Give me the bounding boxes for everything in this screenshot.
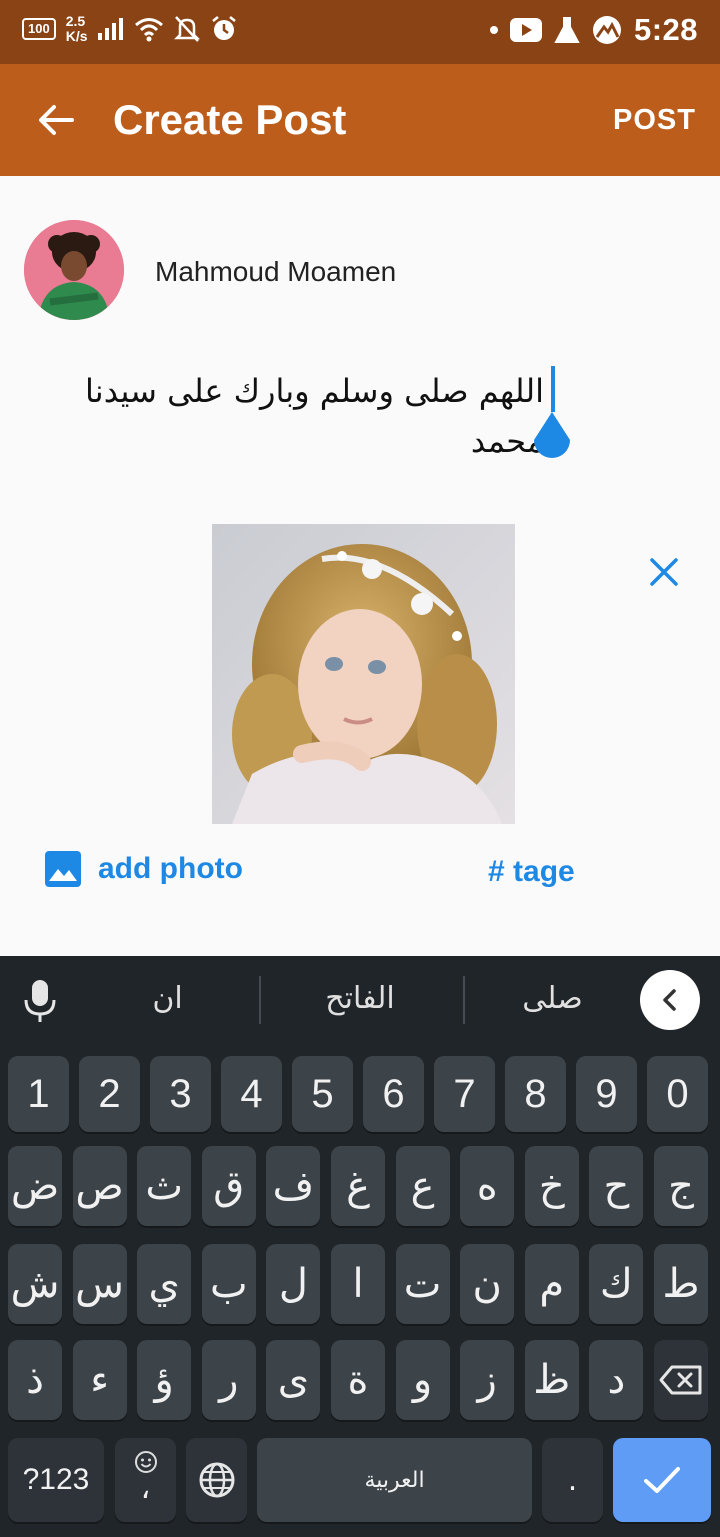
letter-key[interactable]: ز — [460, 1340, 515, 1420]
suggestion-3[interactable]: صلى — [490, 976, 615, 1022]
add-photo-button[interactable]: add photo — [44, 850, 243, 888]
notification-dot — [489, 26, 498, 34]
post-button[interactable]: POST — [613, 98, 696, 142]
status-bar: 100 2.5 K/s 5:28 — [0, 0, 720, 64]
number-key[interactable]: 0 — [647, 1056, 708, 1132]
letter-key[interactable]: ج — [654, 1146, 708, 1226]
backspace-icon — [659, 1365, 702, 1395]
post-text-input[interactable]: اللهم صلى وسلم وبارك على سيدنا محمد — [24, 366, 544, 466]
letter-key[interactable]: ف — [266, 1146, 321, 1226]
arrow-back-icon — [39, 105, 74, 135]
checkmark-icon — [644, 1467, 680, 1493]
number-key[interactable]: 4 — [221, 1056, 282, 1132]
letter-key[interactable]: ظ — [524, 1340, 579, 1420]
number-key[interactable]: 5 — [292, 1056, 353, 1132]
suggestion-2[interactable]: الفاتح — [280, 976, 440, 1022]
letter-key[interactable]: م — [524, 1244, 579, 1324]
suggestion-bar: ان الفاتح صلى — [0, 956, 720, 1046]
letter-key[interactable]: ر — [201, 1340, 256, 1420]
letter-key[interactable]: ط — [654, 1244, 708, 1324]
youtube-icon — [509, 18, 542, 42]
letter-key[interactable]: ك — [589, 1244, 644, 1324]
comma-key[interactable]: ، — [115, 1438, 176, 1522]
done-key[interactable] — [613, 1438, 711, 1522]
network-speed-value: 2.5 — [65, 13, 86, 29]
space-key[interactable]: العربية — [257, 1438, 532, 1522]
number-key[interactable]: 6 — [363, 1056, 424, 1132]
number-key[interactable]: 8 — [505, 1056, 566, 1132]
letter-key[interactable]: ص — [72, 1146, 127, 1226]
letter-key[interactable]: ي — [137, 1244, 192, 1324]
letter-key[interactable]: ة — [331, 1340, 385, 1420]
remove-photo-button[interactable] — [642, 550, 686, 594]
page-title: Create Post — [113, 96, 347, 143]
network-speed-unit: K/s — [65, 28, 88, 44]
suggestion-divider — [259, 976, 261, 1024]
letter-key[interactable]: و — [395, 1340, 450, 1420]
microphone-icon[interactable] — [20, 978, 60, 1024]
letter-key[interactable]: غ — [331, 1146, 385, 1226]
letter-key[interactable]: ه — [460, 1146, 515, 1226]
letter-key[interactable]: ء — [72, 1340, 127, 1420]
text-cursor — [551, 366, 555, 412]
attached-photo — [212, 524, 515, 824]
language-key[interactable] — [186, 1438, 247, 1522]
letter-key[interactable]: ح — [589, 1146, 644, 1226]
avatar — [24, 220, 124, 320]
network-speed: 2.5 K/s — [66, 14, 88, 44]
comma-label: ، — [140, 1471, 151, 1506]
letter-key[interactable]: ع — [395, 1146, 450, 1226]
wifi-icon — [134, 18, 163, 42]
flask-icon — [554, 17, 580, 43]
backspace-key[interactable] — [654, 1340, 708, 1420]
letter-key[interactable]: ث — [137, 1146, 192, 1226]
back-button[interactable] — [28, 92, 84, 148]
signal-icon — [97, 18, 123, 40]
letter-key[interactable]: ض — [8, 1146, 62, 1226]
chevron-left-icon — [663, 989, 676, 1011]
period-key[interactable]: . — [542, 1438, 603, 1522]
tag-button[interactable]: # tage — [488, 850, 575, 894]
letter-key[interactable]: ى — [266, 1340, 321, 1420]
letter-key[interactable]: خ — [524, 1146, 579, 1226]
bell-off-icon — [173, 16, 200, 42]
close-icon — [650, 558, 678, 586]
app-bar: Create Post POST — [0, 64, 720, 176]
username: Mahmoud Moamen — [155, 256, 397, 287]
suggestion-divider — [463, 976, 465, 1024]
letter-key[interactable]: ا — [331, 1244, 385, 1324]
number-key[interactable]: 2 — [79, 1056, 140, 1132]
cursor-handle[interactable] — [530, 412, 574, 462]
symbols-key[interactable]: ?123 — [8, 1438, 104, 1522]
keyboard: ان الفاتح صلى 1234567890 ضصثقفغعهخحج شسيبل… — [0, 956, 720, 1537]
collapse-suggestions-button[interactable] — [640, 970, 700, 1030]
number-key[interactable]: 9 — [576, 1056, 637, 1132]
letter-key[interactable]: ل — [266, 1244, 321, 1324]
alarm-icon — [211, 16, 236, 40]
period-label: . — [567, 1462, 578, 1498]
letter-key[interactable]: ن — [460, 1244, 515, 1324]
letter-key[interactable]: د — [589, 1340, 644, 1420]
suggestion-1[interactable]: ان — [100, 976, 235, 1022]
number-key[interactable]: 7 — [434, 1056, 495, 1132]
letter-key[interactable]: ت — [395, 1244, 450, 1324]
letter-key[interactable]: س — [72, 1244, 127, 1324]
battery-indicator: 100 — [22, 18, 56, 40]
letter-key[interactable]: ب — [201, 1244, 256, 1324]
letter-key[interactable]: ش — [8, 1244, 62, 1324]
letter-key[interactable]: ق — [201, 1146, 256, 1226]
add-photo-label: add photo — [98, 852, 243, 885]
globe-icon — [199, 1462, 234, 1498]
app-notification-icon — [592, 16, 621, 44]
number-key[interactable]: 1 — [8, 1056, 69, 1132]
letter-key[interactable]: ؤ — [137, 1340, 192, 1420]
clock: 5:28 — [633, 12, 698, 47]
number-key[interactable]: 3 — [150, 1056, 211, 1132]
image-icon — [45, 851, 81, 887]
letter-key[interactable]: ذ — [8, 1340, 62, 1420]
